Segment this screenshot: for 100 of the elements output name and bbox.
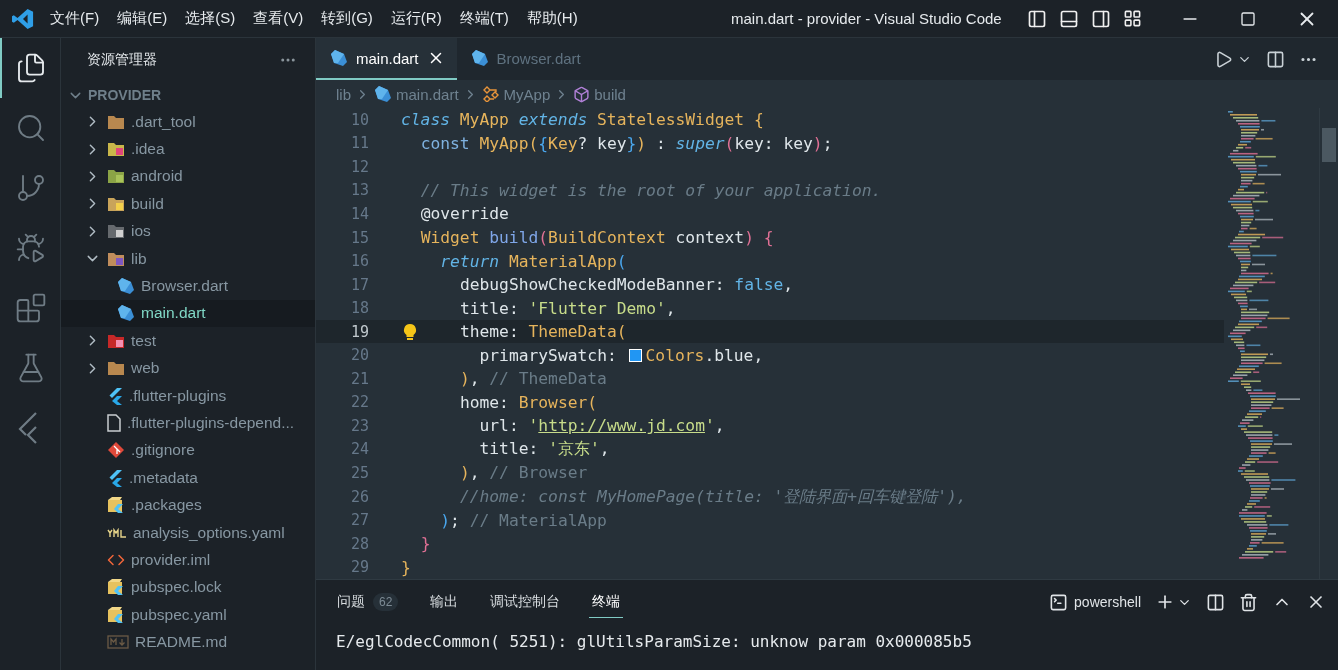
package-file-icon [107, 496, 125, 515]
folder-icon [107, 195, 125, 212]
terminal-output: E/eglCodecCommon( 5251): glUtilsParamSize: unknow param 0x000085b5 [335, 631, 973, 651]
toggle-sidebar-icon[interactable] [1027, 8, 1047, 29]
code-line: theme: ThemeData( [459, 322, 627, 342]
code-line: Colors.blue, [645, 345, 764, 365]
window-title: main.dart - provider - Visual Studio Code [729, 10, 1003, 27]
breadcrumb-item[interactable]: lib [336, 85, 351, 103]
toggle-secondary-sidebar-icon[interactable] [1091, 8, 1111, 29]
tree-item[interactable]: .metadata [61, 464, 315, 492]
source-control-icon [15, 172, 47, 204]
trash-icon[interactable] [1239, 592, 1258, 612]
dart-file-icon [117, 277, 135, 296]
class-icon [481, 86, 500, 102]
toggle-panel-icon[interactable] [1059, 8, 1079, 29]
code-line: //home: const MyHomePage(title: '登陆界面+回车键登陆'), [459, 485, 967, 508]
panel-tab[interactable]: 输出 [427, 586, 462, 618]
menu-item[interactable]: 文件(F) [42, 9, 108, 28]
tree-item[interactable]: main.dart [61, 299, 315, 328]
tree-item[interactable]: provider.iml [61, 546, 315, 574]
tree-item[interactable]: pubspec.lock [61, 573, 315, 602]
app-logo [12, 7, 34, 30]
tree-item[interactable]: analysis_options.yaml [61, 518, 315, 547]
editor-tab[interactable]: main.dart [316, 38, 457, 80]
code-line: } [401, 557, 411, 577]
code-line: ); // MaterialApp [440, 510, 607, 530]
breadcrumb-item[interactable]: build [594, 85, 626, 103]
method-icon [573, 85, 591, 103]
code-line: title: 'Flutter Demo', [459, 298, 676, 318]
flutter-file-icon [107, 386, 123, 405]
code-line: const MyApp({Key? key}) : super(key: key); [420, 133, 833, 153]
search-icon [15, 112, 47, 144]
tree-item[interactable]: Browser.dart [61, 272, 315, 300]
layout-icon[interactable] [1123, 9, 1142, 28]
file-icon [107, 414, 121, 432]
line-number: 26 [349, 487, 369, 506]
panel-tab[interactable]: 调试控制台 [487, 586, 564, 618]
section-header[interactable]: PROVIDER [61, 82, 315, 108]
tree-item[interactable]: .packages [61, 491, 315, 519]
split-editor-icon[interactable] [1266, 49, 1285, 69]
code-line: title: '京东', [479, 438, 610, 461]
line-number: 29 [349, 558, 369, 577]
line-number: 13 [349, 181, 369, 200]
tree-item[interactable]: pubspec.yaml [61, 601, 315, 629]
line-number: 25 [349, 463, 369, 482]
scrollbar-thumb[interactable] [1322, 128, 1336, 162]
dart-file-icon [117, 304, 135, 323]
line-number: 11 [349, 134, 369, 153]
vertical-scrollbar[interactable] [1319, 108, 1338, 579]
menu-item[interactable]: 终端(T) [451, 9, 517, 28]
package-file-icon [107, 578, 125, 597]
tree-item[interactable]: README.md [61, 628, 315, 656]
folder-icon [107, 250, 125, 267]
tree-item[interactable]: .flutter-plugins-depend... [61, 409, 315, 437]
maximize-icon[interactable] [1240, 10, 1256, 27]
menu-item[interactable]: 帮助(H) [518, 9, 586, 28]
tree-item[interactable]: .gitignore [61, 436, 315, 465]
lightbulb-icon[interactable] [402, 322, 418, 341]
folder-icon [107, 360, 125, 377]
color-swatch[interactable] [628, 348, 642, 362]
line-number: 21 [349, 369, 369, 388]
line-number: 22 [349, 393, 369, 412]
terminal-icon [1049, 592, 1069, 612]
code-line: } [420, 534, 431, 554]
package-file-icon [107, 605, 125, 624]
tree-item[interactable]: android [61, 162, 315, 191]
sidebar-title: 资源管理器 [87, 51, 157, 69]
breadcrumb-item[interactable]: main.dart [396, 85, 459, 103]
line-number: 12 [349, 157, 369, 176]
yaml-file-icon [107, 527, 127, 538]
tree-item[interactable]: test [61, 327, 315, 355]
menu-item[interactable]: 运行(R) [382, 9, 450, 28]
run-icon[interactable] [1214, 49, 1233, 69]
panel-tab[interactable]: 终端 [589, 586, 624, 618]
line-number: 24 [349, 440, 369, 459]
tree-item[interactable]: .flutter-plugins [61, 381, 315, 410]
menu-item[interactable]: 查看(V) [245, 9, 312, 28]
tree-item[interactable]: lib [61, 244, 315, 273]
menu-item[interactable]: 编辑(E) [109, 9, 176, 28]
markdown-file-icon [107, 635, 129, 650]
code-line: class MyApp extends StatelessWidget { [401, 110, 764, 130]
menu-item[interactable]: 转到(G) [313, 9, 381, 28]
editor-tab[interactable]: Browser.dart [456, 38, 619, 80]
tree-item[interactable]: .dart_tool [61, 108, 315, 136]
line-number: 27 [349, 511, 369, 530]
menu-item[interactable]: 选择(S) [177, 9, 244, 28]
tree-item[interactable]: build [61, 190, 315, 218]
tree-item[interactable]: web [61, 354, 315, 382]
explorer-icon [15, 52, 47, 84]
extensions-icon [15, 292, 47, 324]
tree-item[interactable]: ios [61, 217, 315, 245]
panel-tab[interactable]: 问题 62 [334, 586, 402, 618]
tree-item[interactable]: .idea [61, 135, 315, 163]
folder-icon [107, 141, 125, 158]
split-terminal-icon[interactable] [1206, 592, 1225, 612]
line-number: 20 [349, 346, 369, 365]
line-number: 18 [349, 299, 369, 318]
breadcrumb-item[interactable]: MyApp [503, 85, 551, 103]
line-number: 28 [349, 534, 369, 553]
terminal-selector[interactable]: powershell [1049, 592, 1141, 612]
